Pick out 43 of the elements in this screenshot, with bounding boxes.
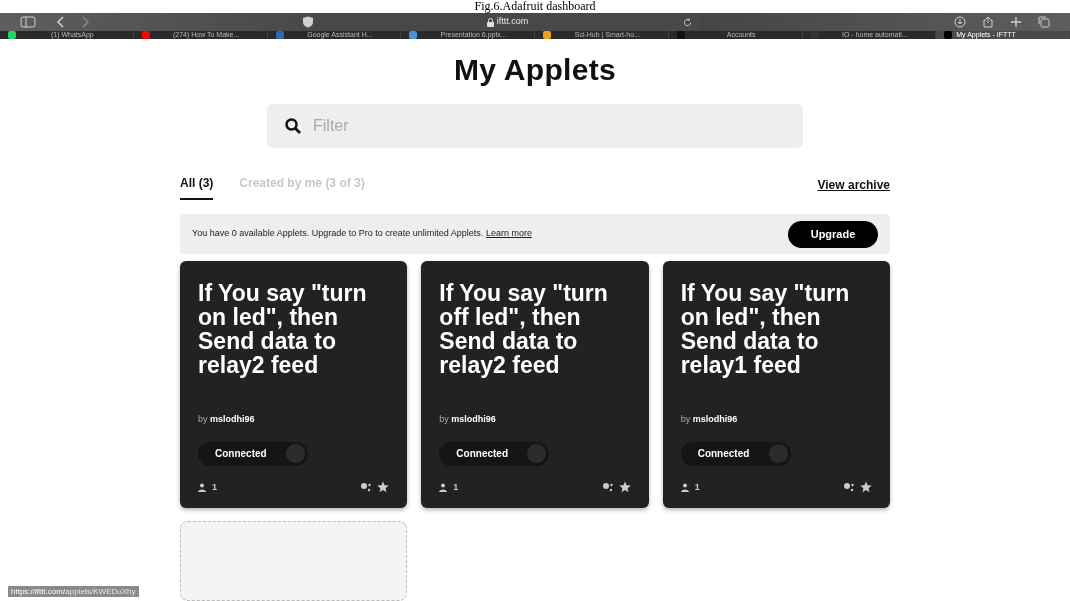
user-icon: [439, 482, 448, 492]
new-tab-icon[interactable]: [1010, 16, 1022, 28]
applet-title: If You say "turn off led", then Send data to relay2 feed: [439, 281, 609, 377]
user-count: 1: [212, 480, 217, 494]
learn-more-link[interactable]: Learn more: [485, 228, 532, 239]
services-icon[interactable]: [360, 482, 373, 493]
services-icon[interactable]: [601, 482, 614, 493]
connected-toggle[interactable]: Connected: [680, 441, 791, 466]
star-icon[interactable]: [377, 481, 390, 494]
applet-card[interactable]: If You say "turn on led", then Send data to relay2 feed by mslodhi96 Connected 1: [180, 261, 408, 508]
sidebar-icon[interactable]: [20, 16, 36, 28]
connected-toggle[interactable]: Connected: [439, 441, 550, 466]
applet-title: If You say "turn on led", then Send data to relay2 feed: [198, 281, 368, 377]
services-icon[interactable]: [843, 482, 855, 493]
url-text: ifttt.com: [496, 15, 529, 29]
user-icon: [680, 482, 689, 492]
page-title: My Applets: [454, 52, 616, 88]
figure-caption: Fig.6.Adafruit dashboard: [474, 0, 596, 13]
star-icon[interactable]: [618, 481, 631, 494]
star-icon[interactable]: [860, 481, 872, 494]
reload-icon[interactable]: [683, 17, 692, 27]
share-icon[interactable]: [982, 16, 994, 28]
author-text: by mslodhi96: [198, 413, 256, 426]
connected-toggle[interactable]: Connected: [198, 441, 308, 466]
shield-icon[interactable]: [302, 16, 314, 28]
user-count: 1: [453, 480, 459, 494]
filter-field[interactable]: Filter: [267, 104, 803, 148]
author-text: by mslodhi96: [439, 413, 497, 426]
view-archive-link[interactable]: View archive: [817, 176, 890, 194]
banner-text: You have 0 available Applets. Upgrade to Pro to create unlimited Applets. Learn more: [192, 227, 532, 241]
applet-card[interactable]: If You say "turn off led", then Send data to relay2 feed by mslodhi96 Connected 1: [421, 261, 649, 508]
upgrade-button[interactable]: Upgrade: [788, 220, 878, 248]
user-icon: [198, 482, 206, 492]
author-text: by mslodhi96: [680, 413, 739, 426]
tabs-overview-icon[interactable]: [1038, 16, 1050, 28]
user-count: 1: [694, 480, 700, 494]
download-icon[interactable]: [954, 16, 966, 28]
applet-title: If You say "turn on led", then Send data to relay1 feed: [680, 281, 851, 377]
filter-tab[interactable]: All (3): [180, 174, 214, 200]
lock-icon: [486, 17, 494, 27]
back-icon[interactable]: [56, 16, 66, 28]
search-icon: [285, 118, 301, 134]
applet-card[interactable]: If You say "turn on led", then Send data to relay1 feed by mslodhi96 Connected 1: [662, 261, 890, 508]
